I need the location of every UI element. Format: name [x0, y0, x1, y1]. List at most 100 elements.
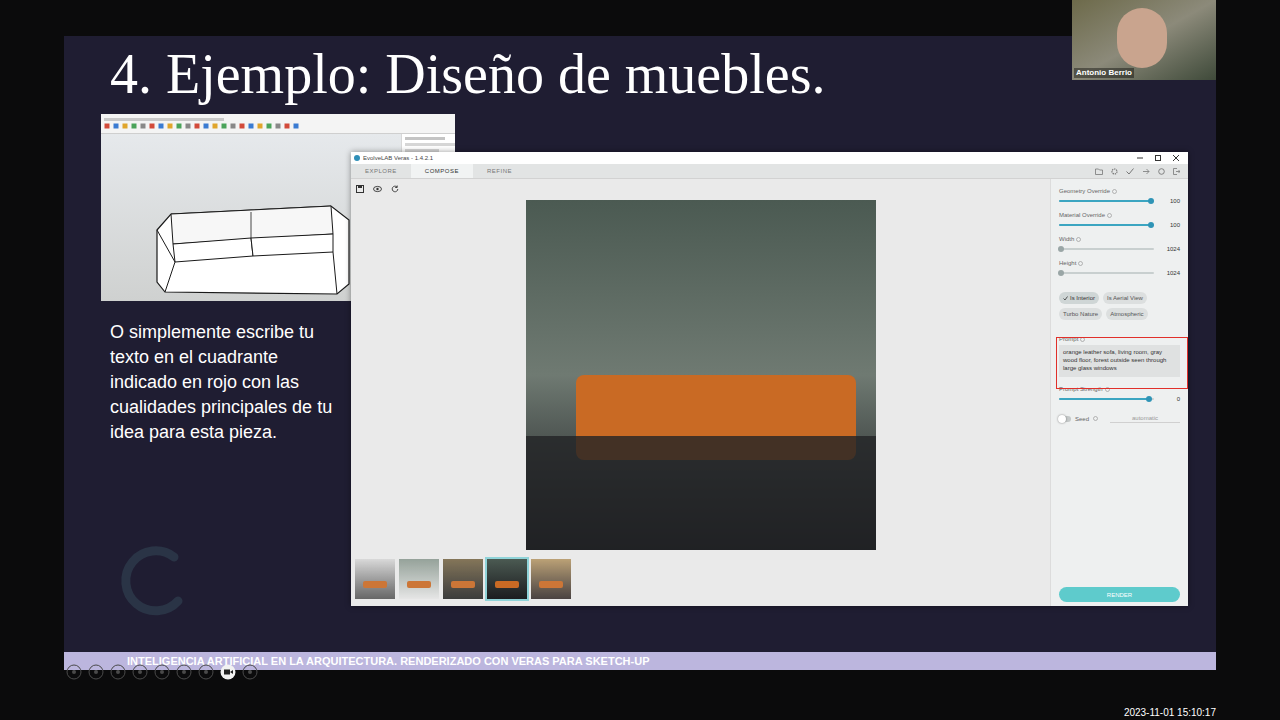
slider-track[interactable] [1059, 224, 1154, 226]
thumbnail[interactable] [355, 559, 395, 599]
option-chip[interactable]: Atmospheric [1106, 308, 1147, 320]
tool-icon[interactable] [185, 123, 191, 129]
slider-row: Geometry Override100 [1059, 187, 1180, 205]
sketchup-toolbar [101, 114, 455, 134]
seed-field[interactable]: automatic [1110, 414, 1180, 423]
tab[interactable]: REFINE [473, 164, 526, 178]
tool-icon[interactable] [248, 123, 254, 129]
tool-icon[interactable] [266, 123, 272, 129]
option-chip[interactable]: Is Interior [1059, 292, 1099, 304]
save-icon[interactable] [356, 185, 364, 193]
tool-icon[interactable] [257, 123, 263, 129]
canvas-toolbar [351, 179, 1050, 199]
check-icon[interactable] [1126, 168, 1134, 175]
tab-bar: EXPLORECOMPOSEREFINE [351, 164, 1188, 179]
thumbnail[interactable] [487, 559, 527, 599]
slider-row: Height 1024 [1059, 259, 1180, 277]
app-logo-icon [354, 155, 360, 161]
share-icon[interactable] [1142, 168, 1150, 175]
tool-icon[interactable] [212, 123, 218, 129]
tool-icon[interactable] [239, 123, 245, 129]
tool-icon[interactable] [104, 123, 110, 129]
render-image [526, 200, 876, 550]
chat-icon[interactable] [1158, 168, 1165, 175]
seed-toggle[interactable] [1059, 416, 1071, 422]
gear-icon[interactable] [1111, 168, 1118, 175]
tool-icon[interactable] [293, 123, 299, 129]
tool-icon[interactable] [284, 123, 290, 129]
tool-icon[interactable] [221, 123, 227, 129]
tool-icon[interactable] [230, 123, 236, 129]
slider-track[interactable] [1059, 272, 1154, 274]
tab[interactable]: COMPOSE [411, 164, 473, 178]
prompt-field[interactable]: orange leather sofa, living room, gray w… [1059, 345, 1180, 377]
slider-track[interactable] [1059, 398, 1154, 400]
thumbnail[interactable] [531, 559, 571, 599]
folder-icon[interactable] [1095, 168, 1103, 175]
tool-icon[interactable] [167, 123, 173, 129]
slider-fill [1059, 200, 1151, 202]
tool-icon[interactable] [158, 123, 164, 129]
info-icon[interactable] [1076, 237, 1081, 242]
info-icon[interactable] [1107, 213, 1112, 218]
tool-icon[interactable] [122, 123, 128, 129]
webcam-video: Antonio Berrio [1072, 0, 1216, 80]
option-chip[interactable]: Is Aerial View [1103, 292, 1147, 304]
tool-icon[interactable] [203, 123, 209, 129]
thumbnail[interactable] [443, 559, 483, 599]
info-icon[interactable] [1078, 261, 1083, 266]
eye-icon[interactable] [373, 185, 382, 193]
info-icon[interactable] [1080, 337, 1085, 342]
slider-value: 1024 [1160, 269, 1180, 277]
slider-track[interactable] [1059, 200, 1154, 202]
slider-header: Height [1059, 259, 1180, 267]
slider-header: Material Override [1059, 211, 1180, 219]
slider-knob[interactable] [1058, 246, 1064, 252]
meeting-screen: 4. Ejemplo: Diseño de muebles. [0, 0, 1280, 720]
control-icon[interactable] [198, 664, 214, 680]
minimize-icon[interactable] [1137, 155, 1143, 161]
tool-icon[interactable] [176, 123, 182, 129]
control-icon[interactable] [242, 664, 258, 680]
control-icon[interactable] [66, 664, 82, 680]
logout-icon[interactable] [1173, 168, 1180, 175]
prompt-label: Prompt [1059, 335, 1078, 343]
logo-arc-icon [116, 543, 192, 619]
control-icon[interactable] [110, 664, 126, 680]
canvas-area [351, 179, 1050, 606]
slider-knob[interactable] [1148, 198, 1154, 204]
slider-knob[interactable] [1148, 222, 1154, 228]
camera-icon[interactable] [220, 664, 236, 680]
close-icon[interactable] [1173, 155, 1179, 161]
prompt-group: Prompt orange leather sofa, living room,… [1059, 335, 1180, 377]
tool-icon[interactable] [113, 123, 119, 129]
slider-header: Width [1059, 235, 1180, 243]
slider-knob[interactable] [1058, 270, 1064, 276]
slide-footer: INTELIGENCIA ARTIFICIAL EN LA ARQUITECTU… [64, 652, 1216, 670]
control-icon[interactable] [88, 664, 104, 680]
slider-knob[interactable] [1146, 396, 1152, 402]
option-chip[interactable]: Turbo Nature [1059, 308, 1102, 320]
info-icon[interactable] [1093, 416, 1098, 421]
thumbnail-sofa [451, 581, 475, 588]
info-icon[interactable] [1105, 387, 1110, 392]
veras-window: EvolveLAB Veras - 1.4.2.1 EXPLORECOMPOSE… [351, 152, 1188, 606]
slider-track[interactable] [1059, 248, 1154, 250]
tool-icon[interactable] [131, 123, 137, 129]
render-button[interactable]: RENDER [1059, 587, 1180, 602]
slider-fill [1059, 224, 1151, 226]
refresh-icon[interactable] [391, 185, 399, 193]
info-icon[interactable] [1112, 189, 1117, 194]
tool-icon[interactable] [275, 123, 281, 129]
tool-icon[interactable] [149, 123, 155, 129]
control-icon[interactable] [132, 664, 148, 680]
tool-icon[interactable] [140, 123, 146, 129]
option-label: Is Aerial View [1107, 294, 1143, 302]
control-icon[interactable] [154, 664, 170, 680]
tab[interactable]: EXPLORE [351, 164, 411, 178]
control-icon[interactable] [176, 664, 192, 680]
thumbnail-sofa [363, 581, 387, 588]
tool-icon[interactable] [194, 123, 200, 129]
maximize-icon[interactable] [1155, 155, 1161, 161]
thumbnail[interactable] [399, 559, 439, 599]
